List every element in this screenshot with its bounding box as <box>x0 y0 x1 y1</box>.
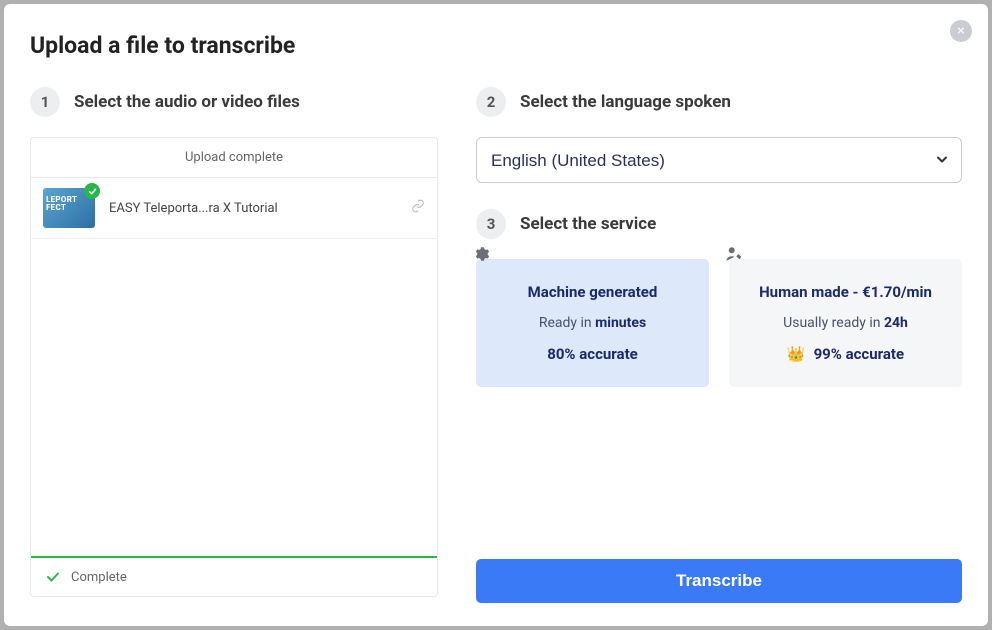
columns: 1 Select the audio or video files Upload… <box>30 87 962 603</box>
file-row[interactable]: LEPORT FECT EASY Teleporta...ra X Tutori… <box>31 178 437 239</box>
check-icon <box>84 183 100 199</box>
human-accuracy-text: 99% accurate <box>814 345 905 363</box>
upload-body: LEPORT FECT EASY Teleporta...ra X Tutori… <box>31 178 437 556</box>
step3-badge: 3 <box>476 209 506 239</box>
right-column: 2 Select the language spoken English (Un… <box>476 87 962 603</box>
left-column: 1 Select the audio or video files Upload… <box>30 87 438 603</box>
complete-label: Complete <box>71 570 127 585</box>
upload-status: Upload complete <box>31 138 437 178</box>
check-icon <box>45 569 61 585</box>
step1-badge: 1 <box>30 87 60 117</box>
thumb-text: LEPORT FECT <box>46 196 77 213</box>
machine-ready-bold: minutes <box>595 315 646 331</box>
step2-title: Select the language spoken <box>520 92 731 112</box>
upload-box: Upload complete LEPORT FECT EASY Telepor… <box>30 137 438 597</box>
language-select-wrap: English (United States) <box>476 137 962 183</box>
machine-ready-prefix: Ready in <box>539 315 595 331</box>
upload-modal: × Upload a file to transcribe 1 Select t… <box>4 4 988 626</box>
crown-icon: 👑 <box>787 345 806 363</box>
file-name: EASY Teleporta...ra X Tutorial <box>109 201 411 216</box>
human-ready-line: Usually ready in 24h <box>741 315 950 331</box>
human-card-title: Human made - €1.70/min <box>741 283 950 301</box>
service-row: Machine generated Ready in minutes 80% a… <box>476 259 962 387</box>
step1-title: Select the audio or video files <box>74 92 300 112</box>
human-ready-bold: 24h <box>884 315 908 331</box>
human-accuracy: 👑 99% accurate <box>741 345 950 363</box>
person-edit-icon <box>725 245 743 267</box>
gear-icon <box>472 245 490 267</box>
step3-title: Select the service <box>520 214 656 234</box>
close-icon: × <box>957 23 964 39</box>
step1-header: 1 Select the audio or video files <box>30 87 438 117</box>
step2-badge: 2 <box>476 87 506 117</box>
complete-row: Complete <box>31 558 437 596</box>
close-button[interactable]: × <box>950 20 972 42</box>
machine-ready-line: Ready in minutes <box>488 315 697 331</box>
human-ready-prefix: Usually ready in <box>783 315 884 331</box>
link-icon[interactable] <box>411 199 425 217</box>
thumbnail-wrap: LEPORT FECT <box>43 188 95 228</box>
machine-accuracy: 80% accurate <box>488 345 697 363</box>
modal-title: Upload a file to transcribe <box>30 32 962 59</box>
language-select[interactable]: English (United States) <box>476 137 962 183</box>
transcribe-button[interactable]: Transcribe <box>476 559 962 603</box>
service-card-machine[interactable]: Machine generated Ready in minutes 80% a… <box>476 259 709 387</box>
service-card-human[interactable]: Human made - €1.70/min Usually ready in … <box>729 259 962 387</box>
machine-card-title: Machine generated <box>488 283 697 301</box>
step3-header: 3 Select the service <box>476 209 962 239</box>
step2-header: 2 Select the language spoken <box>476 87 962 117</box>
